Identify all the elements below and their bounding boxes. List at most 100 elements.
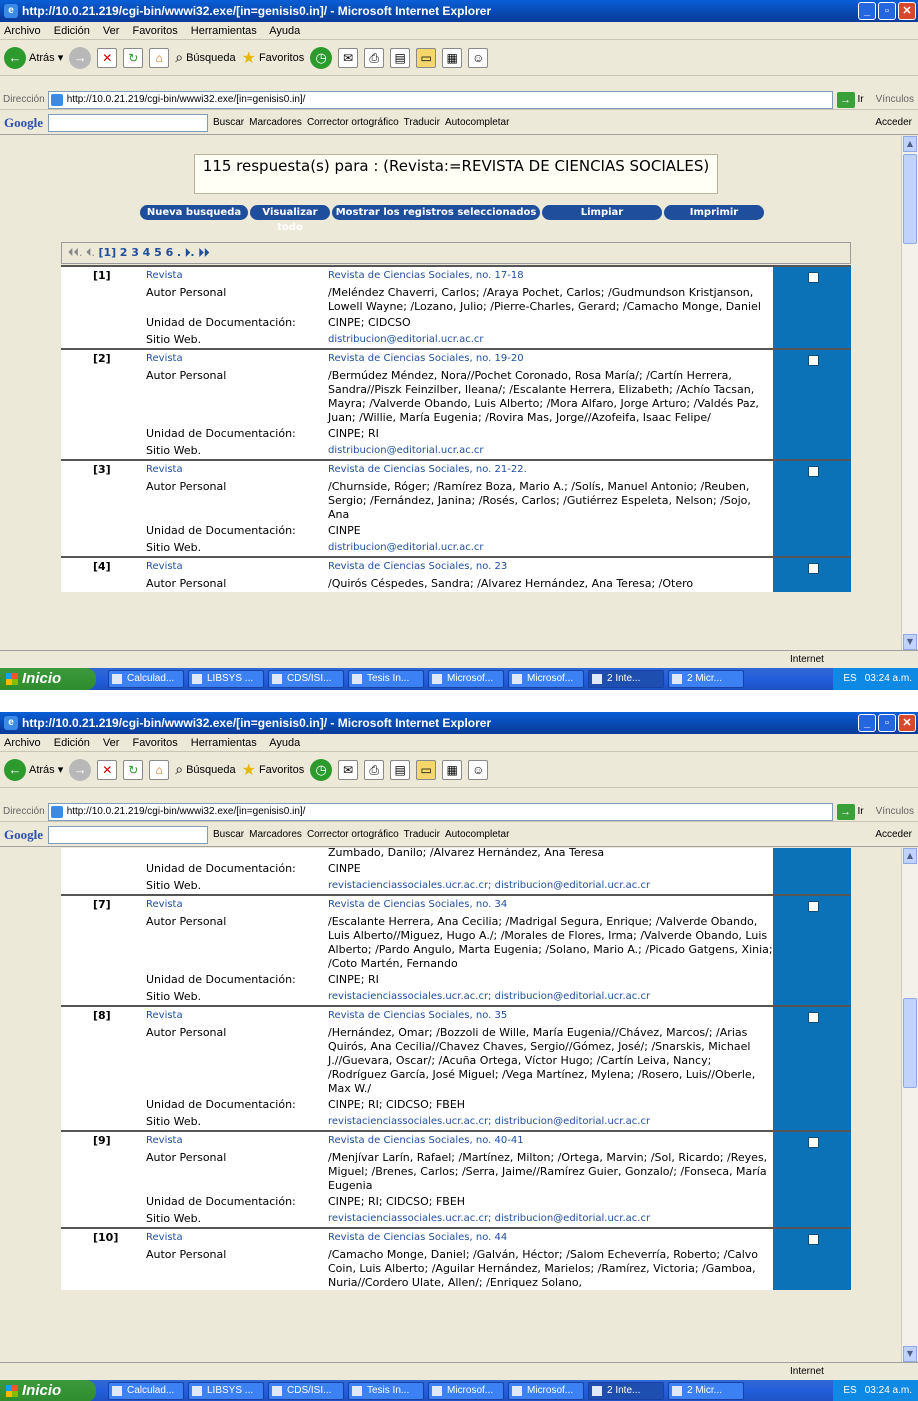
select-checkbox[interactable] — [808, 272, 819, 283]
menu-edicion[interactable]: Edición — [54, 25, 90, 37]
edit-icon[interactable]: ▤ — [390, 47, 411, 68]
google-autocompletar-button[interactable]: Autocompletar — [445, 829, 509, 840]
links-label[interactable]: Vínculos — [876, 94, 918, 105]
nueva-busqueda-button[interactable]: Nueva busqueda — [140, 205, 248, 220]
task-button[interactable]: Tesis In... — [348, 1382, 424, 1400]
sitio-link[interactable]: distribucion@editorial.ucr.ac.cr — [328, 541, 773, 556]
select-checkbox[interactable] — [808, 1137, 819, 1148]
links-label[interactable]: Vínculos — [876, 806, 918, 817]
task-button[interactable]: 2 Inte... — [588, 670, 664, 688]
back-button[interactable]: ← Atrás ▾ — [4, 758, 63, 781]
task-button[interactable]: Calculad... — [108, 670, 184, 688]
revista-label[interactable]: Revista — [146, 1009, 328, 1024]
history-icon[interactable]: ◷ — [310, 46, 333, 69]
revista-label[interactable]: Revista — [146, 1134, 328, 1149]
sitio-link[interactable]: revistacienciassociales.ucr.ac.cr; distr… — [328, 879, 773, 894]
revista-label[interactable]: Revista — [146, 560, 328, 575]
search-button[interactable]: ⌕ Búsqueda — [175, 761, 235, 778]
scroll-thumb[interactable] — [903, 998, 917, 1088]
menu-herramientas[interactable]: Herramientas — [191, 737, 257, 749]
home-icon[interactable]: ⌂ — [149, 47, 170, 68]
task-button[interactable]: LIBSYS ... — [188, 1382, 264, 1400]
google-acceder-button[interactable]: Acceder — [875, 117, 918, 128]
sitio-link[interactable]: distribucion@editorial.ucr.ac.cr — [328, 444, 773, 459]
select-checkbox[interactable] — [808, 1012, 819, 1023]
scroll-down-icon[interactable]: ▼ — [903, 634, 917, 650]
revista-value[interactable]: Revista de Ciencias Sociales, no. 34 — [328, 898, 773, 913]
task-button[interactable]: 2 Inte... — [588, 1382, 664, 1400]
mail-icon[interactable]: ✉ — [338, 47, 359, 68]
task-button[interactable]: Microsof... — [428, 1382, 504, 1400]
revista-value[interactable]: Revista de Ciencias Sociales, no. 19-20 — [328, 352, 773, 367]
next-page-link[interactable]: . ⏵. ⏵⏵ — [177, 246, 210, 259]
google-traducir-button[interactable]: Traducir — [404, 117, 440, 128]
menu-ayuda[interactable]: Ayuda — [269, 25, 300, 37]
revista-value[interactable]: Revista de Ciencias Sociales, no. 23 — [328, 560, 773, 575]
close-button[interactable]: ✕ — [898, 2, 916, 20]
task-button[interactable]: 2 Micr... — [668, 1382, 744, 1400]
google-acceder-button[interactable]: Acceder — [875, 829, 918, 840]
scroll-down-icon[interactable]: ▼ — [903, 1346, 917, 1362]
menu-favoritos[interactable]: Favoritos — [132, 737, 177, 749]
stop-icon[interactable]: ✕ — [97, 759, 118, 780]
maximize-button[interactable]: ▫ — [878, 2, 896, 20]
google-corrector-button[interactable]: Corrector ortográfico — [307, 829, 399, 840]
visualizar-todo-button[interactable]: Visualizar todo — [250, 205, 330, 233]
scroll-up-icon[interactable]: ▲ — [903, 136, 917, 152]
menu-ver[interactable]: Ver — [103, 25, 120, 37]
task-button[interactable]: 2 Micr... — [668, 670, 744, 688]
go-label[interactable]: Ir — [855, 94, 876, 105]
refresh-icon[interactable]: ↻ — [123, 47, 144, 68]
sitio-link[interactable]: revistacienciassociales.ucr.ac.cr; distr… — [328, 990, 773, 1005]
google-buscar-button[interactable]: Buscar — [213, 829, 244, 840]
go-button[interactable]: → — [836, 803, 855, 820]
revista-value[interactable]: Revista de Ciencias Sociales, no. 21-22. — [328, 463, 773, 478]
sitio-link[interactable]: distribucion@editorial.ucr.ac.cr — [328, 333, 773, 348]
menu-herramientas[interactable]: Herramientas — [191, 25, 257, 37]
scroll-up-icon[interactable]: ▲ — [903, 848, 917, 864]
menu-edicion[interactable]: Edición — [54, 737, 90, 749]
go-label[interactable]: Ir — [855, 806, 876, 817]
research-icon[interactable]: ▦ — [442, 47, 463, 68]
mostrar-seleccionados-button[interactable]: Mostrar los registros seleccionados — [332, 205, 540, 220]
favorites-button[interactable]: ★ Favoritos — [242, 48, 305, 68]
google-search-input[interactable] — [48, 113, 208, 132]
edit-icon[interactable]: ▤ — [390, 759, 411, 780]
revista-label[interactable]: Revista — [146, 352, 328, 367]
back-button[interactable]: ← Atrás ▾ — [4, 46, 63, 69]
vertical-scrollbar[interactable]: ▲ ▼ — [901, 848, 918, 1362]
revista-label[interactable]: Revista — [146, 898, 328, 913]
task-button[interactable]: Tesis In... — [348, 670, 424, 688]
task-button[interactable]: Microsof... — [428, 670, 504, 688]
print-icon[interactable]: ⎙ — [364, 47, 385, 68]
google-corrector-button[interactable]: Corrector ortográfico — [307, 117, 399, 128]
task-button[interactable]: CDS/ISI... — [268, 670, 344, 688]
address-input[interactable]: http://10.0.21.219/cgi-bin/wwwi32.exe/[i… — [47, 90, 833, 109]
messenger-icon[interactable]: ☺ — [468, 759, 489, 780]
menu-archivo[interactable]: Archivo — [4, 737, 41, 749]
menu-ver[interactable]: Ver — [103, 737, 120, 749]
sitio-link[interactable]: revistacienciassociales.ucr.ac.cr; distr… — [328, 1115, 773, 1130]
menu-ayuda[interactable]: Ayuda — [269, 737, 300, 749]
sitio-link[interactable]: revistacienciassociales.ucr.ac.cr; distr… — [328, 1212, 773, 1227]
vertical-scrollbar[interactable]: ▲ ▼ — [901, 136, 918, 650]
forward-button[interactable]: → — [69, 46, 92, 69]
task-button[interactable]: Calculad... — [108, 1382, 184, 1400]
task-button[interactable]: LIBSYS ... — [188, 670, 264, 688]
task-button[interactable]: Microsof... — [508, 1382, 584, 1400]
select-checkbox[interactable] — [808, 1234, 819, 1245]
select-checkbox[interactable] — [808, 563, 819, 574]
history-icon[interactable]: ◷ — [310, 758, 333, 781]
refresh-icon[interactable]: ↻ — [123, 759, 144, 780]
print-icon[interactable]: ⎙ — [364, 759, 385, 780]
go-button[interactable]: → — [836, 91, 855, 108]
home-icon[interactable]: ⌂ — [149, 759, 170, 780]
menu-favoritos[interactable]: Favoritos — [132, 25, 177, 37]
task-button[interactable]: CDS/ISI... — [268, 1382, 344, 1400]
google-traducir-button[interactable]: Traducir — [404, 829, 440, 840]
page-links[interactable]: 2 3 4 5 6 — [120, 246, 174, 259]
favorites-button[interactable]: ★ Favoritos — [242, 760, 305, 780]
google-search-input[interactable] — [48, 825, 208, 844]
revista-value[interactable]: Revista de Ciencias Sociales, no. 44 — [328, 1231, 773, 1246]
select-checkbox[interactable] — [808, 901, 819, 912]
